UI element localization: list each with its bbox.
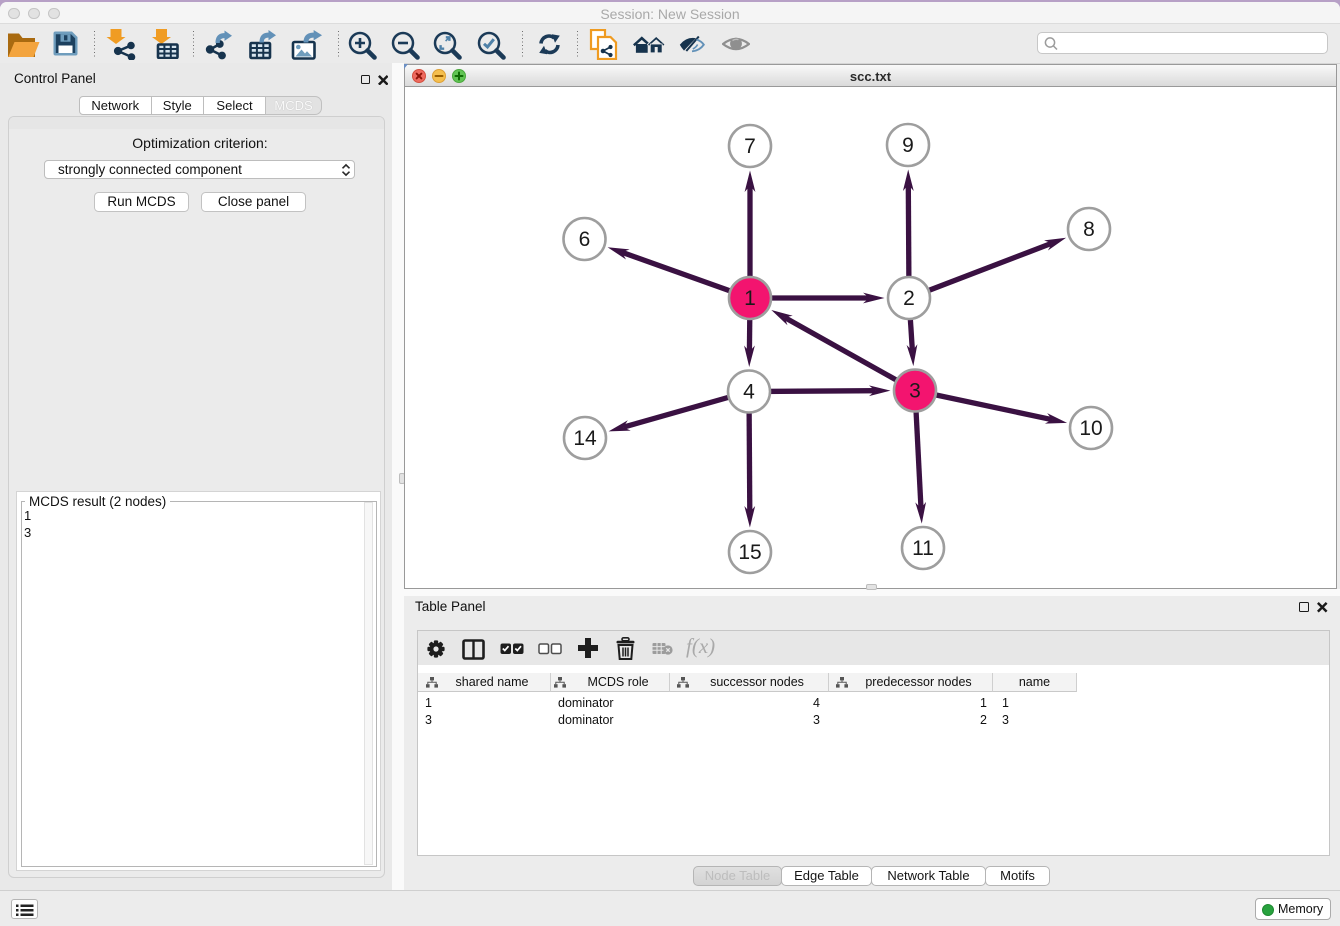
svg-text:1: 1 [744,287,756,310]
svg-text:9: 9 [902,134,914,157]
svg-text:3: 3 [909,380,921,403]
svg-text:11: 11 [912,537,934,560]
svg-text:8: 8 [1083,218,1095,241]
svg-text:6: 6 [579,228,591,251]
svg-text:14: 14 [573,427,597,450]
svg-text:2: 2 [903,287,915,310]
svg-text:10: 10 [1079,417,1102,440]
svg-text:7: 7 [744,135,756,158]
svg-text:4: 4 [743,381,755,404]
svg-text:15: 15 [738,541,761,564]
